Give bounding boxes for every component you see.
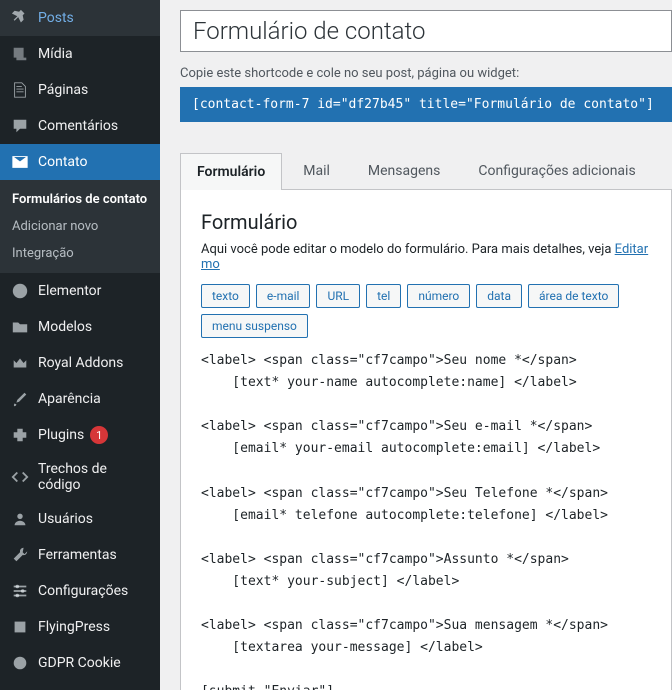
sidebar-item-label: Comentários xyxy=(38,118,118,134)
tag-btn-number[interactable]: número xyxy=(407,284,470,308)
media-icon xyxy=(10,44,30,64)
tag-btn-url[interactable]: URL xyxy=(316,284,360,308)
sidebar-item-label: FlyingPress xyxy=(38,619,110,635)
sidebar-item-label: Trechos de código xyxy=(38,461,150,493)
sidebar-item-label: Plugins xyxy=(38,427,84,443)
plugin-icon xyxy=(10,425,30,445)
submenu-item-forms[interactable]: Formulários de contato xyxy=(0,186,160,213)
sidebar-item-label: GDPR Cookie xyxy=(38,655,121,671)
sidebar-item-label: Elementor xyxy=(38,283,101,299)
sidebar-item-royal[interactable]: Royal Addons xyxy=(0,345,160,381)
sidebar-item-snippets[interactable]: Trechos de código xyxy=(0,453,160,501)
form-panel: Formulário Aqui você pode editar o model… xyxy=(180,190,672,690)
mail-icon xyxy=(10,152,30,172)
sidebar-item-elementor[interactable]: Elementor xyxy=(0,273,160,309)
folder-icon xyxy=(10,317,30,337)
sidebar-item-tools[interactable]: Ferramentas xyxy=(0,537,160,573)
sidebar-item-plugins[interactable]: Plugins 1 xyxy=(0,417,160,453)
sidebar-item-templates[interactable]: Modelos xyxy=(0,309,160,345)
sidebar-item-users[interactable]: Usuários xyxy=(0,501,160,537)
sidebar-item-label: Royal Addons xyxy=(38,355,123,371)
user-icon xyxy=(10,509,30,529)
sidebar-item-label: Modelos xyxy=(38,319,92,335)
tag-btn-tel[interactable]: tel xyxy=(366,284,401,308)
wrench-icon xyxy=(10,545,30,565)
sidebar-item-label: Mídia xyxy=(38,46,73,62)
sidebar-item-posts[interactable]: Posts xyxy=(0,0,160,36)
sidebar-item-label: Usuários xyxy=(38,511,93,527)
tag-btn-dropdown[interactable]: menu suspenso xyxy=(201,314,308,338)
rocket-icon xyxy=(10,617,30,637)
sidebar-item-contact[interactable]: Contato xyxy=(0,144,160,180)
comment-icon xyxy=(10,116,30,136)
panel-description: Aqui você pode editar o modelo do formul… xyxy=(201,242,651,272)
tag-btn-email[interactable]: e-mail xyxy=(256,284,311,308)
crown-icon xyxy=(10,353,30,373)
form-title-input[interactable] xyxy=(180,10,672,52)
cookie-icon xyxy=(10,653,30,673)
brush-icon xyxy=(10,389,30,409)
update-badge: 1 xyxy=(90,426,108,444)
sidebar-item-comments[interactable]: Comentários xyxy=(0,108,160,144)
sidebar-item-gdpr[interactable]: GDPR Cookie xyxy=(0,645,160,681)
sidebar-item-pages[interactable]: Páginas xyxy=(0,72,160,108)
sidebar-item-media[interactable]: Mídia xyxy=(0,36,160,72)
tab-messages[interactable]: Mensagens xyxy=(351,152,457,189)
editor-tabs: Formulário Mail Mensagens Configurações … xyxy=(180,152,672,190)
main-content: Copie este shortcode e cole no seu post,… xyxy=(160,0,672,690)
shortcode-description: Copie este shortcode e cole no seu post,… xyxy=(180,66,672,81)
sidebar-submenu: Formulários de contato Adicionar novo In… xyxy=(0,180,160,273)
sidebar-item-label: Contato xyxy=(38,154,87,170)
sidebar-item-label: Posts xyxy=(38,10,74,26)
tag-generator-buttons: texto e-mail URL tel número data área de… xyxy=(201,284,651,338)
sliders-icon xyxy=(10,581,30,601)
sidebar-item-label: Aparência xyxy=(38,391,101,407)
sidebar-item-label: Ferramentas xyxy=(38,547,117,563)
tab-additional[interactable]: Configurações adicionais xyxy=(461,152,652,189)
pin-icon xyxy=(10,8,30,28)
tag-btn-date[interactable]: data xyxy=(476,284,522,308)
elementor-icon xyxy=(10,281,30,301)
tab-mail[interactable]: Mail xyxy=(286,152,347,189)
admin-sidebar: Posts Mídia Páginas Comentários Contato … xyxy=(0,0,160,690)
sidebar-item-appearance[interactable]: Aparência xyxy=(0,381,160,417)
submenu-item-integration[interactable]: Integração xyxy=(0,240,160,267)
submenu-item-add[interactable]: Adicionar novo xyxy=(0,213,160,240)
code-icon xyxy=(10,467,30,487)
tag-btn-text[interactable]: texto xyxy=(201,284,250,308)
form-code-editor[interactable]: <label> <span class="cf7campo">Seu nome … xyxy=(201,350,651,690)
shortcode-box[interactable]: [contact-form-7 id="df27b45" title="Form… xyxy=(180,87,672,122)
panel-heading: Formulário xyxy=(201,210,651,234)
sidebar-item-label: Configurações xyxy=(38,583,128,599)
tag-btn-textarea[interactable]: área de texto xyxy=(528,284,619,308)
page-icon xyxy=(10,80,30,100)
sidebar-item-settings[interactable]: Configurações xyxy=(0,573,160,609)
sidebar-item-flyingpress[interactable]: FlyingPress xyxy=(0,609,160,645)
tab-form[interactable]: Formulário xyxy=(180,153,282,190)
sidebar-item-label: Páginas xyxy=(38,82,88,98)
